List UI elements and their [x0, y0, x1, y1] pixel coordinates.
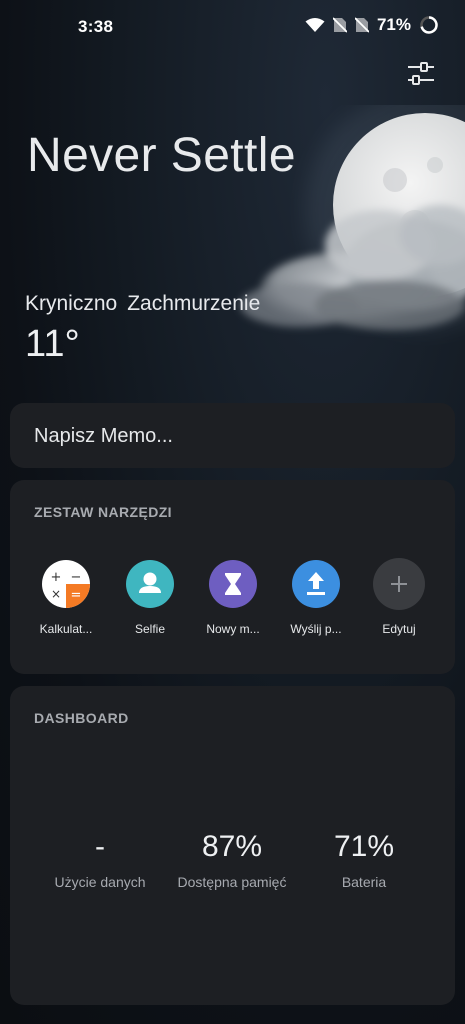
battery-ring-icon	[420, 16, 438, 34]
tool-new-timer[interactable]: Nowy m...	[193, 560, 273, 636]
toolbox-title: ZESTAW NARZĘDZI	[34, 504, 172, 520]
stat-label: Bateria	[341, 874, 387, 890]
headline-title: Never Settle	[27, 129, 296, 182]
weather-location: Kryniczno	[25, 292, 118, 315]
tool-label: Edytuj	[382, 622, 416, 636]
weather-condition: Zachmurzenie	[127, 292, 261, 315]
tool-label: Kalkulat...	[39, 622, 93, 636]
stat-battery[interactable]: 71% Bateria	[289, 830, 439, 890]
stat-value: 87%	[201, 830, 263, 863]
tool-label: Nowy m...	[206, 622, 260, 636]
sliders-icon	[408, 62, 434, 85]
weather-summary[interactable]: Kryniczno Zachmurzenie	[25, 292, 260, 316]
memo-card[interactable]: Napisz Memo...	[10, 403, 455, 468]
svg-text:×: ×	[51, 587, 61, 601]
settings-button[interactable]	[404, 60, 438, 88]
battery-percent: 71%	[376, 15, 411, 34]
stat-value: 71%	[333, 830, 395, 863]
wifi-icon	[305, 18, 325, 32]
tool-send-file[interactable]: Wyślij p...	[276, 560, 356, 636]
tool-label: Selfie	[134, 622, 166, 636]
dashboard-card: DASHBOARD - Użycie danych 87% Dostępna p…	[10, 686, 455, 1005]
plus-icon	[373, 558, 425, 610]
tool-calculator[interactable]: + − × = Kalkulat...	[26, 560, 106, 636]
stat-data-usage[interactable]: - Użycie danych	[25, 830, 175, 890]
hourglass-icon	[209, 560, 257, 608]
weather-temperature: 11°	[25, 323, 80, 365]
status-time: 3:38	[78, 17, 114, 36]
tool-edit[interactable]: Edytuj	[359, 558, 439, 636]
person-icon	[126, 560, 174, 608]
stat-value: -	[95, 830, 105, 863]
status-bar: 3:38 71%	[0, 0, 465, 54]
toolbox-card: ZESTAW NARZĘDZI + − × = Kalkulat... Self…	[10, 480, 455, 674]
calculator-icon: + − × =	[42, 560, 90, 608]
tool-label: Wyślij p...	[290, 622, 342, 636]
stat-label: Dostępna pamięć	[177, 874, 287, 890]
status-icons: 71%	[305, 15, 439, 35]
svg-text:+: +	[51, 570, 62, 585]
tool-selfie[interactable]: Selfie	[110, 560, 190, 636]
memo-placeholder: Napisz Memo...	[34, 425, 173, 447]
no-sim-icon	[332, 17, 347, 33]
launcher-shelf: 3:38 71% Never Settle Kryniczno Zachmurz…	[0, 0, 465, 1024]
svg-text:=: =	[71, 588, 82, 603]
upload-icon	[292, 560, 340, 608]
stat-label: Użycie danych	[54, 874, 146, 890]
dashboard-title: DASHBOARD	[34, 710, 129, 726]
svg-text:−: −	[71, 570, 82, 585]
no-sim-icon	[354, 17, 369, 33]
stat-available-storage[interactable]: 87% Dostępna pamięć	[157, 830, 307, 890]
